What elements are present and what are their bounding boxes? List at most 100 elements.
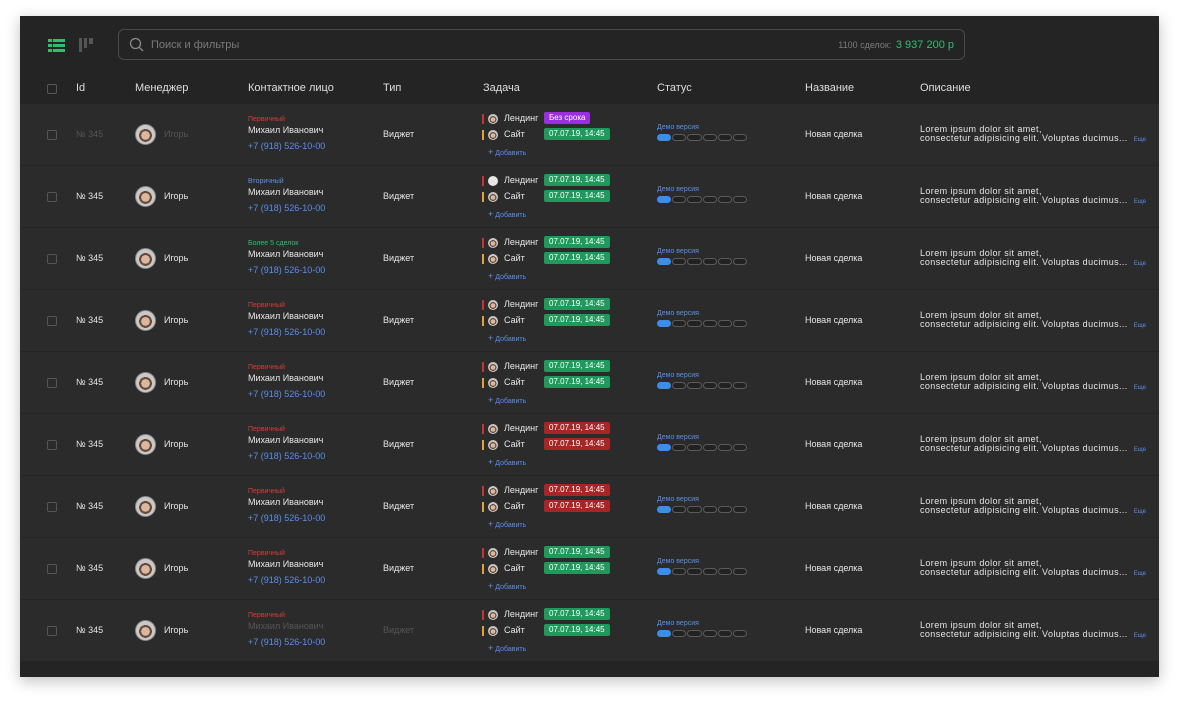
table-row[interactable]: № 345 Игорь Более 5 сделок Михаил Иванович +…	[20, 228, 1159, 289]
status-progress[interactable]	[657, 382, 748, 389]
deal-name[interactable]: Новая сделка	[805, 253, 862, 263]
status-step[interactable]	[702, 444, 717, 451]
col-id[interactable]: Id	[76, 82, 85, 94]
contact-phone[interactable]: +7 (918) 526-10-00	[248, 513, 325, 523]
status-label[interactable]: Демо версия	[657, 372, 699, 379]
search-input[interactable]	[151, 37, 651, 53]
status-step[interactable]	[657, 196, 672, 203]
more-link[interactable]: Еще	[1134, 385, 1146, 391]
status-step[interactable]	[672, 568, 687, 575]
col-status[interactable]: Статус	[657, 82, 692, 94]
select-all-checkbox[interactable]	[47, 84, 57, 94]
task-item[interactable]: Лендинг 07.07.19, 14:45	[482, 484, 652, 497]
status-step[interactable]	[717, 382, 732, 389]
status-step[interactable]	[687, 134, 702, 141]
add-task-button[interactable]: + Добавить	[488, 147, 526, 157]
status-step[interactable]	[717, 444, 732, 451]
col-task[interactable]: Задача	[483, 82, 520, 94]
deal-name[interactable]: Новая сделка	[805, 191, 862, 201]
more-link[interactable]: Еще	[1134, 137, 1146, 143]
status-step[interactable]	[657, 258, 672, 265]
deal-name[interactable]: Новая сделка	[805, 563, 862, 573]
status-progress[interactable]	[657, 196, 748, 203]
status-step[interactable]	[732, 134, 748, 141]
status-label[interactable]: Демо версия	[657, 186, 699, 193]
row-checkbox[interactable]	[47, 316, 57, 326]
row-checkbox[interactable]	[47, 378, 57, 388]
status-label[interactable]: Демо версия	[657, 496, 699, 503]
deal-name[interactable]: Новая сделка	[805, 501, 862, 511]
task-item[interactable]: Сайт 07.07.19, 14:45	[482, 562, 652, 575]
status-step[interactable]	[732, 382, 748, 389]
status-step[interactable]	[672, 444, 687, 451]
task-item[interactable]: Сайт 07.07.19, 14:45	[482, 252, 652, 265]
kanban-view-icon[interactable]	[79, 38, 93, 52]
status-step[interactable]	[672, 134, 687, 141]
contact-name[interactable]: Михаил Иванович	[248, 125, 323, 135]
add-task-button[interactable]: + Добавить	[488, 271, 526, 281]
task-item[interactable]: Лендинг 07.07.19, 14:45	[482, 422, 652, 435]
more-link[interactable]: Еще	[1134, 261, 1146, 267]
status-step[interactable]	[687, 196, 702, 203]
contact-name[interactable]: Михаил Иванович	[248, 373, 323, 383]
status-step[interactable]	[702, 382, 717, 389]
contact-name[interactable]: Михаил Иванович	[248, 187, 323, 197]
task-item[interactable]: Лендинг 07.07.19, 14:45	[482, 608, 652, 621]
contact-name[interactable]: Михаил Иванович	[248, 311, 323, 321]
status-progress[interactable]	[657, 134, 748, 141]
status-progress[interactable]	[657, 258, 748, 265]
status-step[interactable]	[657, 320, 672, 327]
row-checkbox[interactable]	[47, 502, 57, 512]
add-task-button[interactable]: + Добавить	[488, 209, 526, 219]
status-step[interactable]	[672, 382, 687, 389]
status-step[interactable]	[732, 630, 748, 637]
table-row[interactable]: № 345 Игорь Первичный Михаил Иванович +7 (91…	[20, 600, 1159, 661]
status-step[interactable]	[672, 506, 687, 513]
task-item[interactable]: Сайт 07.07.19, 14:45	[482, 376, 652, 389]
status-label[interactable]: Демо версия	[657, 124, 699, 131]
task-item[interactable]: Лендинг 07.07.19, 14:45	[482, 546, 652, 559]
status-step[interactable]	[672, 196, 687, 203]
status-step[interactable]	[657, 506, 672, 513]
status-step[interactable]	[687, 568, 702, 575]
status-progress[interactable]	[657, 320, 748, 327]
row-checkbox[interactable]	[47, 564, 57, 574]
deal-name[interactable]: Новая сделка	[805, 625, 862, 635]
task-item[interactable]: Лендинг 07.07.19, 14:45	[482, 174, 652, 187]
status-step[interactable]	[657, 568, 672, 575]
task-item[interactable]: Лендинг 07.07.19, 14:45	[482, 298, 652, 311]
col-manager[interactable]: Менеджер	[135, 82, 188, 94]
status-step[interactable]	[732, 258, 748, 265]
more-link[interactable]: Еще	[1134, 633, 1146, 639]
status-step[interactable]	[657, 134, 672, 141]
table-row[interactable]: № 345 Игорь Первичный Михаил Иванович +7 (91…	[20, 476, 1159, 537]
add-task-button[interactable]: + Добавить	[488, 519, 526, 529]
task-item[interactable]: Лендинг 07.07.19, 14:45	[482, 360, 652, 373]
deal-name[interactable]: Новая сделка	[805, 315, 862, 325]
more-link[interactable]: Еще	[1134, 571, 1146, 577]
status-step[interactable]	[717, 568, 732, 575]
add-task-button[interactable]: + Добавить	[488, 581, 526, 591]
contact-phone[interactable]: +7 (918) 526-10-00	[248, 141, 325, 151]
status-step[interactable]	[672, 320, 687, 327]
status-step[interactable]	[702, 506, 717, 513]
status-label[interactable]: Демо версия	[657, 620, 699, 627]
contact-phone[interactable]: +7 (918) 526-10-00	[248, 389, 325, 399]
more-link[interactable]: Еще	[1134, 323, 1146, 329]
task-item[interactable]: Сайт 07.07.19, 14:45	[482, 190, 652, 203]
task-item[interactable]: Сайт 07.07.19, 14:45	[482, 438, 652, 451]
task-item[interactable]: Лендинг Без срока	[482, 112, 652, 125]
contact-name[interactable]: Михаил Иванович	[248, 621, 323, 631]
status-progress[interactable]	[657, 506, 748, 513]
table-row[interactable]: № 345 Игорь Первичный Михаил Иванович +7 (91…	[20, 352, 1159, 413]
contact-name[interactable]: Михаил Иванович	[248, 435, 323, 445]
row-checkbox[interactable]	[47, 254, 57, 264]
contact-phone[interactable]: +7 (918) 526-10-00	[248, 637, 325, 647]
status-step[interactable]	[702, 320, 717, 327]
table-row[interactable]: № 345 Игорь Вторичный Михаил Иванович +7 (91…	[20, 166, 1159, 227]
status-step[interactable]	[717, 196, 732, 203]
status-step[interactable]	[687, 444, 702, 451]
status-progress[interactable]	[657, 568, 748, 575]
task-item[interactable]: Сайт 07.07.19, 14:45	[482, 624, 652, 637]
status-step[interactable]	[732, 320, 748, 327]
